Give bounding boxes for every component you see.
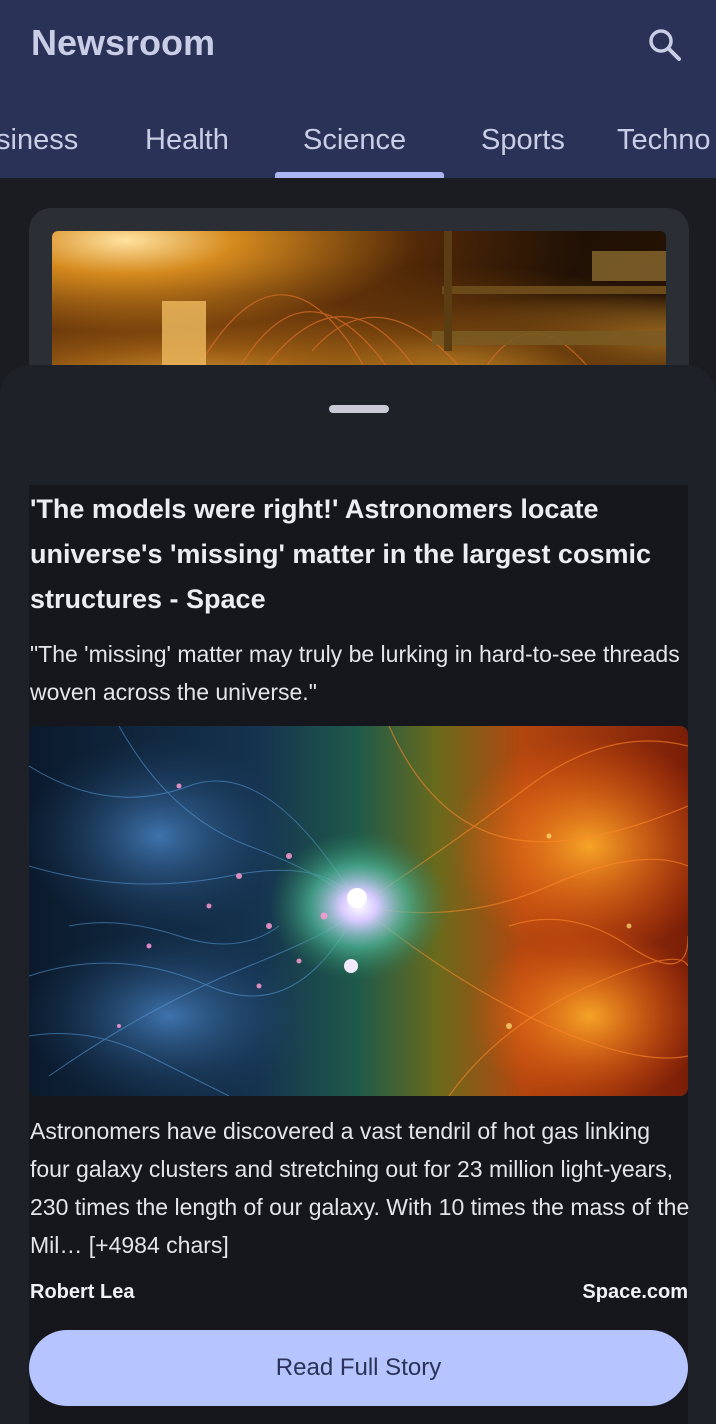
article-description: "The 'missing' matter may truly be lurki… bbox=[30, 641, 680, 705]
drag-handle[interactable] bbox=[329, 405, 389, 413]
article-image bbox=[29, 726, 688, 1096]
article-source: Space.com bbox=[582, 1281, 688, 1303]
article-bottom-sheet: 'The models were right!' Astronomers loc… bbox=[0, 365, 716, 1424]
tab-health[interactable]: Health bbox=[145, 124, 229, 157]
read-full-story-button[interactable]: Read Full Story bbox=[29, 1330, 688, 1406]
article-content: Astronomers have discovered a vast tendr… bbox=[30, 1118, 690, 1258]
search-button[interactable] bbox=[640, 20, 690, 70]
search-icon bbox=[649, 29, 681, 61]
tab-technology[interactable]: Techno bbox=[617, 124, 711, 157]
tab-business[interactable]: siness bbox=[0, 124, 78, 157]
selected-tab-indicator bbox=[275, 172, 444, 178]
article-detail: 'The models were right!' Astronomers loc… bbox=[29, 485, 689, 1424]
article-headline: 'The models were right!' Astronomers loc… bbox=[30, 494, 651, 614]
app-title: Newsroom bbox=[31, 22, 216, 63]
category-tabs: siness Health Science Sports Techno bbox=[0, 100, 716, 178]
tab-science[interactable]: Science bbox=[303, 124, 406, 157]
tab-sports[interactable]: Sports bbox=[481, 124, 565, 157]
article-author: Robert Lea bbox=[30, 1281, 135, 1303]
top-app-bar: Newsroom siness Health Science Sports Te… bbox=[0, 0, 716, 178]
